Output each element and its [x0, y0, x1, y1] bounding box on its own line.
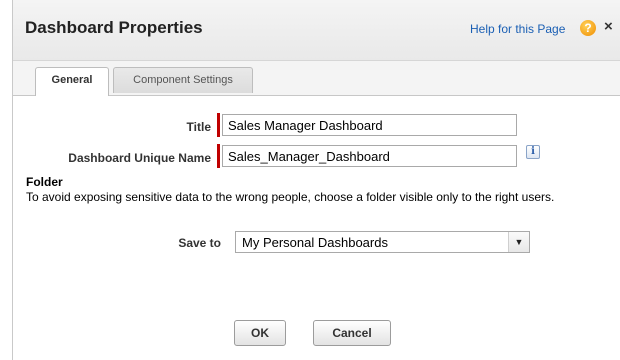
dashboard-unique-name-label: Dashboard Unique Name	[68, 151, 211, 165]
folder-heading: Folder	[26, 175, 63, 189]
dialog-header: Dashboard Properties Help for this Page …	[13, 0, 620, 61]
save-to-folder-select[interactable]: My Personal Dashboards ▼	[235, 231, 530, 253]
chevron-down-icon[interactable]: ▼	[508, 232, 529, 252]
tab-component-settings[interactable]: Component Settings	[113, 67, 253, 93]
dashboard-properties-dialog: Dashboard Properties Help for this Page …	[12, 0, 620, 360]
help-icon[interactable]: ?	[580, 20, 596, 36]
cancel-button[interactable]: Cancel	[313, 320, 391, 346]
ok-button[interactable]: OK	[234, 320, 286, 346]
folder-description: To avoid exposing sensitive data to the …	[26, 190, 555, 204]
dialog-title: Dashboard Properties	[25, 18, 203, 37]
title-label: Title	[186, 120, 211, 134]
title-input[interactable]	[222, 114, 517, 136]
unique-name-required-marker	[217, 144, 220, 168]
dashboard-unique-name-input[interactable]	[222, 145, 517, 167]
help-for-this-page-link[interactable]: Help for this Page	[470, 22, 565, 36]
save-to-selected-value: My Personal Dashboards	[242, 235, 388, 250]
info-icon[interactable]: i	[526, 145, 540, 159]
title-required-marker	[217, 113, 220, 137]
tab-general[interactable]: General	[35, 67, 109, 96]
save-to-label: Save to	[178, 236, 221, 250]
tab-bar: General Component Settings	[13, 61, 620, 96]
close-icon[interactable]: ×	[604, 19, 616, 35]
